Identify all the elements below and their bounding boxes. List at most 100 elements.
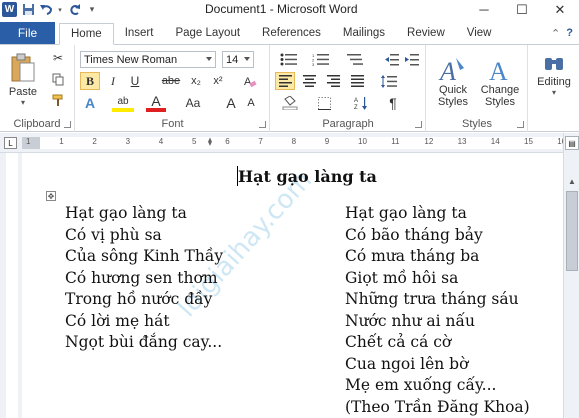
poem-line: Ngọt bùi đắng cay...	[65, 333, 223, 351]
align-right-icon[interactable]	[323, 72, 343, 90]
word-app-icon[interactable]: W	[2, 2, 17, 17]
ruler-number: 15	[524, 137, 533, 146]
table-move-handle-icon[interactable]: ✥	[46, 191, 56, 201]
grow-font-button[interactable]: A	[222, 94, 240, 112]
poem-line: Có lời mẹ hát	[65, 311, 170, 330]
tab-home[interactable]: Home	[59, 23, 114, 45]
tab-references[interactable]: References	[251, 22, 332, 44]
copy-icon[interactable]	[50, 71, 66, 87]
svg-text:A: A	[489, 57, 508, 84]
close-icon[interactable]: ✕	[541, 0, 579, 19]
clipboard-dialog-launcher-icon[interactable]	[64, 121, 71, 128]
justify-icon[interactable]	[347, 72, 367, 90]
shading-icon[interactable]	[277, 94, 303, 112]
customize-icon[interactable]: ▾	[85, 3, 99, 17]
ruler-number: 6	[225, 137, 230, 146]
bullets-icon[interactable]	[277, 51, 301, 68]
scroll-up-icon[interactable]: ▲	[566, 175, 578, 187]
ruler-number: 4	[158, 137, 164, 146]
shrink-font-button[interactable]: A	[242, 94, 260, 112]
ruler-number: 10	[358, 137, 367, 146]
minimize-ribbon-icon[interactable]: ⌃	[551, 27, 560, 40]
multilevel-list-icon[interactable]	[343, 51, 367, 68]
vertical-scrollbar[interactable]: ▤ ▲	[563, 133, 579, 418]
undo-dropdown-icon[interactable]: ▾	[57, 3, 63, 17]
font-dialog-launcher-icon[interactable]	[259, 121, 266, 128]
paste-button[interactable]: Paste ▾	[5, 50, 41, 110]
align-left-icon[interactable]	[275, 72, 295, 90]
ribbon-right-controls: ⌃ ?	[551, 22, 579, 44]
paragraph-dialog-launcher-icon[interactable]	[415, 121, 422, 128]
poem-line: Hạt gạo làng ta	[345, 204, 467, 222]
ruler-number: 2	[92, 137, 97, 146]
ruler-number: 8	[291, 137, 297, 146]
change-case-button[interactable]: Aa	[180, 94, 206, 112]
paste-icon	[11, 53, 35, 82]
borders-icon[interactable]	[311, 94, 337, 112]
cut-icon[interactable]: ✂	[50, 50, 66, 66]
scroll-thumb[interactable]	[566, 191, 578, 271]
view-ruler-icon[interactable]: ▤	[565, 136, 579, 150]
font-name-select[interactable]: Times New Roman	[80, 51, 216, 68]
poem-line: Có mưa tháng ba	[345, 247, 480, 265]
binoculars-icon	[545, 57, 563, 70]
minimize-icon[interactable]: ─	[465, 0, 503, 19]
format-painter-icon[interactable]	[50, 92, 66, 108]
document-page[interactable]: loigiaihay.com Hạt gạo làng ta ✥ Hạt gạo…	[22, 153, 563, 418]
clear-formatting-icon[interactable]: A	[240, 72, 260, 90]
decrease-indent-icon[interactable]	[383, 51, 401, 68]
show-formatting-button[interactable]: ¶	[383, 94, 403, 112]
redo-icon[interactable]	[67, 3, 81, 17]
font-size-select[interactable]: 14	[222, 51, 254, 68]
ruler-number: 1	[26, 137, 31, 146]
tab-selector[interactable]: L	[4, 137, 17, 149]
numbering-icon[interactable]: 123	[309, 51, 333, 68]
subscript-button[interactable]: x₂	[186, 72, 206, 90]
quick-styles-icon: A	[438, 57, 464, 84]
editing-button[interactable]: Editing ▾	[533, 49, 575, 101]
font-color-button[interactable]: A	[146, 93, 166, 112]
highlight-button[interactable]: ab	[112, 94, 134, 112]
font-group-label: Font	[161, 118, 184, 130]
poem-line: Giọt mồ hôi sa	[345, 268, 459, 287]
strikethrough-button[interactable]: abe	[158, 72, 184, 90]
undo-icon[interactable]	[39, 3, 53, 17]
poem-line: Trong hồ nước đầy	[65, 290, 213, 308]
text-effects-button[interactable]: A	[80, 94, 100, 112]
maximize-icon[interactable]: ☐	[503, 0, 541, 19]
change-styles-button[interactable]: A Change Styles	[477, 49, 523, 115]
bold-button[interactable]: B	[80, 72, 100, 90]
underline-button[interactable]: U	[126, 72, 144, 90]
line-spacing-icon[interactable]	[377, 72, 401, 90]
superscript-button[interactable]: x²	[208, 72, 228, 90]
help-icon[interactable]: ?	[566, 27, 573, 39]
ruler-number: 3	[125, 137, 131, 146]
font-group: Times New Roman 14 B I U abe x₂ x² A ab …	[76, 45, 270, 132]
ruler-number: 5	[192, 137, 197, 146]
tab-page-layout[interactable]: Page Layout	[164, 22, 251, 44]
poem-line: Của sông Kinh Thầy	[65, 247, 224, 265]
svg-text:A: A	[438, 57, 456, 84]
quick-styles-button[interactable]: A Quick Styles	[431, 49, 475, 115]
poem-line: Có bão tháng bảy	[345, 225, 483, 244]
tab-view[interactable]: View	[456, 22, 503, 44]
poem-left-column: Hạt gạo làng ta Có vị phù sa Của sông Ki…	[65, 203, 223, 354]
svg-text:A: A	[354, 98, 358, 104]
styles-group-label: Styles	[462, 118, 492, 130]
indent-marker[interactable]: ⧫	[208, 137, 212, 146]
tab-mailings[interactable]: Mailings	[332, 22, 396, 44]
poem-line: Có hương sen thơm	[65, 268, 218, 287]
paragraph-group: 123 AZ ¶ Paragraph	[271, 45, 426, 132]
save-icon[interactable]	[21, 3, 35, 17]
tab-file[interactable]: File	[0, 22, 55, 44]
styles-dialog-launcher-icon[interactable]	[517, 121, 524, 128]
tab-insert[interactable]: Insert	[114, 22, 165, 44]
increase-indent-icon[interactable]	[403, 51, 421, 68]
sort-icon[interactable]: AZ	[351, 94, 371, 112]
ribbon: Paste ▾ ✂ Clipboard Times New Roman 14 B…	[0, 45, 579, 132]
tab-review[interactable]: Review	[396, 22, 456, 44]
italic-button[interactable]: I	[104, 72, 122, 90]
ruler-scale[interactable]: ⧫ 1 1 2 3 4 5 6 7 8 9 10 11 12 13 14 15 16	[22, 137, 566, 149]
poem-line: Nước như ai nấu	[345, 311, 475, 330]
align-center-icon[interactable]	[299, 72, 319, 90]
